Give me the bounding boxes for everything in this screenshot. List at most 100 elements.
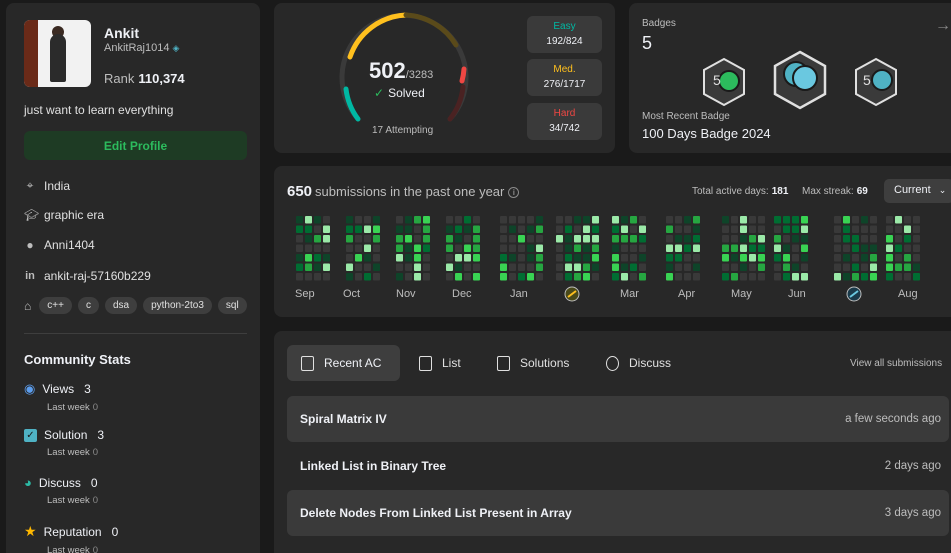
heatmap-cell[interactable] [693, 225, 700, 234]
heatmap-cell[interactable] [861, 254, 868, 262]
heatmap-cell[interactable] [774, 263, 781, 272]
heatmap-cell[interactable] [783, 273, 790, 281]
heatmap-cell[interactable] [527, 216, 534, 224]
heatmap-cell[interactable] [834, 263, 841, 272]
heatmap-cell[interactable] [583, 273, 590, 281]
heatmap-cell[interactable] [314, 225, 321, 234]
heatmap-cell[interactable] [314, 244, 321, 253]
heatmap-cell[interactable] [536, 244, 543, 253]
heatmap-cell[interactable] [749, 225, 756, 234]
heatmap-cell[interactable] [621, 225, 628, 234]
heatmap-cell[interactable] [423, 225, 430, 234]
heatmap-cell[interactable] [758, 216, 765, 224]
heatmap-cell[interactable] [612, 225, 619, 234]
heatmap-cell[interactable] [414, 235, 421, 243]
heatmap-cell[interactable] [886, 225, 893, 234]
heatmap-cell[interactable] [592, 225, 599, 234]
arrow-right-icon[interactable]: → [935, 17, 951, 35]
heatmap-cell[interactable] [518, 216, 525, 224]
heatmap-cell[interactable] [296, 216, 303, 224]
heatmap-cell[interactable] [355, 254, 362, 262]
heatmap-cell[interactable] [414, 225, 421, 234]
heatmap-cell[interactable] [556, 216, 563, 224]
heatmap-cell[interactable] [509, 263, 516, 272]
heatmap-cell[interactable] [852, 216, 859, 224]
heatmap-cell[interactable] [870, 244, 877, 253]
heatmap-cell[interactable] [314, 216, 321, 224]
heatmap-cell[interactable] [886, 273, 893, 281]
heatmap-cell[interactable] [834, 225, 841, 234]
heatmap-cell[interactable] [693, 273, 700, 281]
heatmap-cell[interactable] [464, 235, 471, 243]
heatmap-cell[interactable] [861, 225, 868, 234]
heatmap-cell[interactable] [446, 263, 453, 272]
heatmap-cell[interactable] [861, 216, 868, 224]
heatmap-cell[interactable] [774, 225, 781, 234]
list-item[interactable]: Spiral Matrix IV a few seconds ago [287, 396, 949, 442]
heatmap-cell[interactable] [913, 263, 920, 272]
heatmap-cell[interactable] [666, 235, 673, 243]
heatmap-cell[interactable] [861, 273, 868, 281]
heatmap-cell[interactable] [296, 244, 303, 253]
heatmap-cell[interactable] [740, 254, 747, 262]
heatmap-cell[interactable] [834, 235, 841, 243]
heatmap-cell[interactable] [630, 216, 637, 224]
heatmap-cell[interactable] [740, 235, 747, 243]
heatmap-cell[interactable] [895, 225, 902, 234]
heatmap-cell[interactable] [913, 225, 920, 234]
heatmap-cell[interactable] [693, 235, 700, 243]
heatmap-cell[interactable] [423, 263, 430, 272]
heatmap-cell[interactable] [565, 273, 572, 281]
heatmap-cell[interactable] [834, 244, 841, 253]
hard-stat[interactable]: Hard 34/742 [527, 103, 602, 140]
heatmap-cell[interactable] [740, 216, 747, 224]
heatmap-cell[interactable] [592, 273, 599, 281]
heatmap-cell[interactable] [783, 225, 790, 234]
heatmap-cell[interactable] [305, 254, 312, 262]
heatmap-cell[interactable] [518, 235, 525, 243]
heatmap-cell[interactable] [423, 254, 430, 262]
heatmap-cell[interactable] [314, 254, 321, 262]
heatmap-cell[interactable] [355, 273, 362, 281]
heatmap-cell[interactable] [423, 244, 430, 253]
heatmap-cell[interactable] [405, 235, 412, 243]
heatmap-cell[interactable] [423, 216, 430, 224]
heatmap-cell[interactable] [565, 225, 572, 234]
heatmap-cell[interactable] [518, 273, 525, 281]
heatmap-cell[interactable] [464, 254, 471, 262]
heatmap-cell[interactable] [895, 216, 902, 224]
heatmap-cell[interactable] [346, 273, 353, 281]
badge-100-days-icon[interactable] [772, 50, 828, 110]
heatmap-cell[interactable] [913, 273, 920, 281]
heatmap-cell[interactable] [464, 273, 471, 281]
heatmap-cell[interactable] [630, 225, 637, 234]
heatmap-cell[interactable] [621, 244, 628, 253]
heatmap-cell[interactable] [373, 235, 380, 243]
heatmap-cell[interactable] [373, 244, 380, 253]
heatmap-cell[interactable] [536, 263, 543, 272]
heatmap-cell[interactable] [870, 254, 877, 262]
heatmap-cell[interactable] [834, 254, 841, 262]
heatmap-cell[interactable] [346, 244, 353, 253]
heatmap-cell[interactable] [722, 254, 729, 262]
heatmap-cell[interactable] [592, 216, 599, 224]
heatmap-cell[interactable] [583, 225, 590, 234]
heatmap-cell[interactable] [455, 216, 462, 224]
heatmap-cell[interactable] [536, 273, 543, 281]
heatmap-cell[interactable] [852, 235, 859, 243]
heatmap-cell[interactable] [500, 225, 507, 234]
heatmap-cell[interactable] [305, 216, 312, 224]
heatmap-cell[interactable] [500, 244, 507, 253]
heatmap-cell[interactable] [630, 273, 637, 281]
heatmap-cell[interactable] [455, 235, 462, 243]
heatmap-cell[interactable] [296, 235, 303, 243]
heatmap-cell[interactable] [323, 254, 330, 262]
heatmap-cell[interactable] [574, 216, 581, 224]
heatmap-cell[interactable] [556, 273, 563, 281]
heatmap-cell[interactable] [405, 263, 412, 272]
heatmap-cell[interactable] [405, 244, 412, 253]
tab-recent-ac[interactable]: Recent AC [287, 345, 400, 381]
heatmap-cell[interactable] [574, 225, 581, 234]
heatmap-cell[interactable] [396, 273, 403, 281]
heatmap-cell[interactable] [774, 254, 781, 262]
